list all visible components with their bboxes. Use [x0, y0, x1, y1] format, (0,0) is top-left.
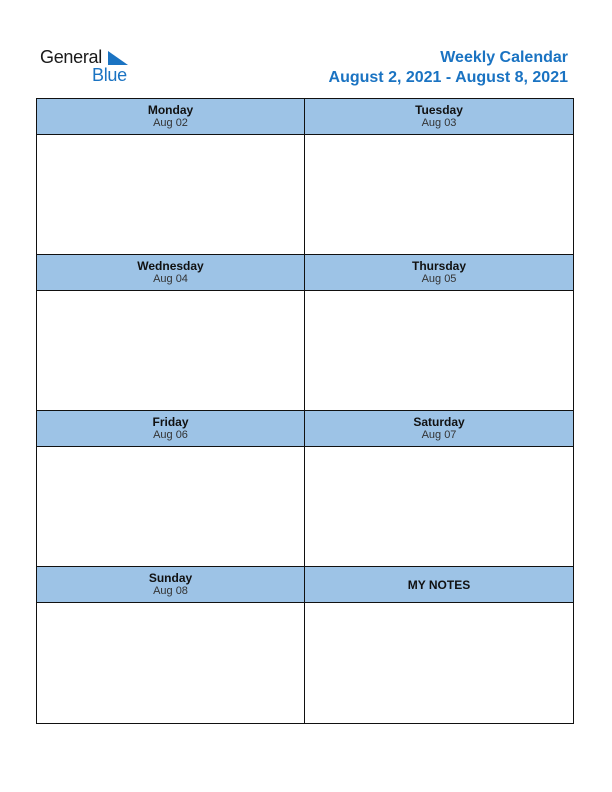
day-cell-monday: Monday Aug 02 — [37, 99, 305, 255]
day-notes-area[interactable] — [305, 291, 573, 410]
day-date: Aug 02 — [153, 117, 188, 129]
general-blue-logo: General Blue — [40, 47, 140, 87]
day-notes-area[interactable] — [37, 447, 304, 566]
logo-word-blue: Blue — [92, 65, 127, 85]
day-cell-sunday: Sunday Aug 08 — [37, 567, 305, 723]
day-cell-thursday: Thursday Aug 05 — [305, 255, 573, 411]
logo-triangle-icon — [108, 51, 128, 65]
notes-label: MY NOTES — [407, 577, 471, 592]
day-header: Monday Aug 02 — [37, 99, 304, 135]
day-header: Friday Aug 06 — [37, 411, 304, 447]
day-header: Wednesday Aug 04 — [37, 255, 304, 291]
day-notes-area[interactable] — [305, 447, 573, 566]
day-notes-area[interactable] — [37, 291, 304, 410]
day-name: Tuesday — [415, 103, 463, 117]
day-name: Monday — [147, 103, 194, 117]
day-notes-area[interactable] — [37, 603, 304, 723]
page-title: Weekly Calendar — [440, 49, 568, 66]
day-date: Aug 05 — [421, 273, 457, 285]
day-cell-saturday: Saturday Aug 07 — [305, 411, 573, 567]
day-date: Aug 04 — [153, 273, 188, 285]
day-date: Aug 07 — [421, 429, 457, 441]
day-notes-area[interactable] — [37, 135, 304, 254]
notes-header: MY NOTES — [305, 567, 573, 603]
day-notes-area[interactable] — [305, 135, 573, 254]
day-name: Thursday — [411, 259, 466, 273]
day-name: Wednesday — [137, 259, 204, 273]
day-header: Tuesday Aug 03 — [305, 99, 573, 135]
day-date: Aug 06 — [153, 429, 188, 441]
day-header: Saturday Aug 07 — [305, 411, 573, 447]
day-header: Sunday Aug 08 — [37, 567, 304, 603]
day-name: Sunday — [148, 571, 193, 585]
page-header: Weekly Calendar August 2, 2021 - August … — [329, 48, 568, 88]
my-notes-cell: MY NOTES — [305, 567, 573, 723]
day-cell-tuesday: Tuesday Aug 03 — [305, 99, 573, 255]
date-range: August 2, 2021 - August 8, 2021 — [328, 69, 568, 86]
day-cell-friday: Friday Aug 06 — [37, 411, 305, 567]
day-cell-wednesday: Wednesday Aug 04 — [37, 255, 305, 411]
calendar-grid: Monday Aug 02 Tuesday Aug 03 Wednesday A… — [36, 98, 574, 724]
day-date: Aug 03 — [421, 117, 457, 129]
day-name: Friday — [152, 415, 189, 429]
notes-area[interactable] — [305, 603, 573, 723]
day-header: Thursday Aug 05 — [305, 255, 573, 291]
day-date: Aug 08 — [153, 585, 188, 597]
day-name: Saturday — [413, 415, 465, 429]
